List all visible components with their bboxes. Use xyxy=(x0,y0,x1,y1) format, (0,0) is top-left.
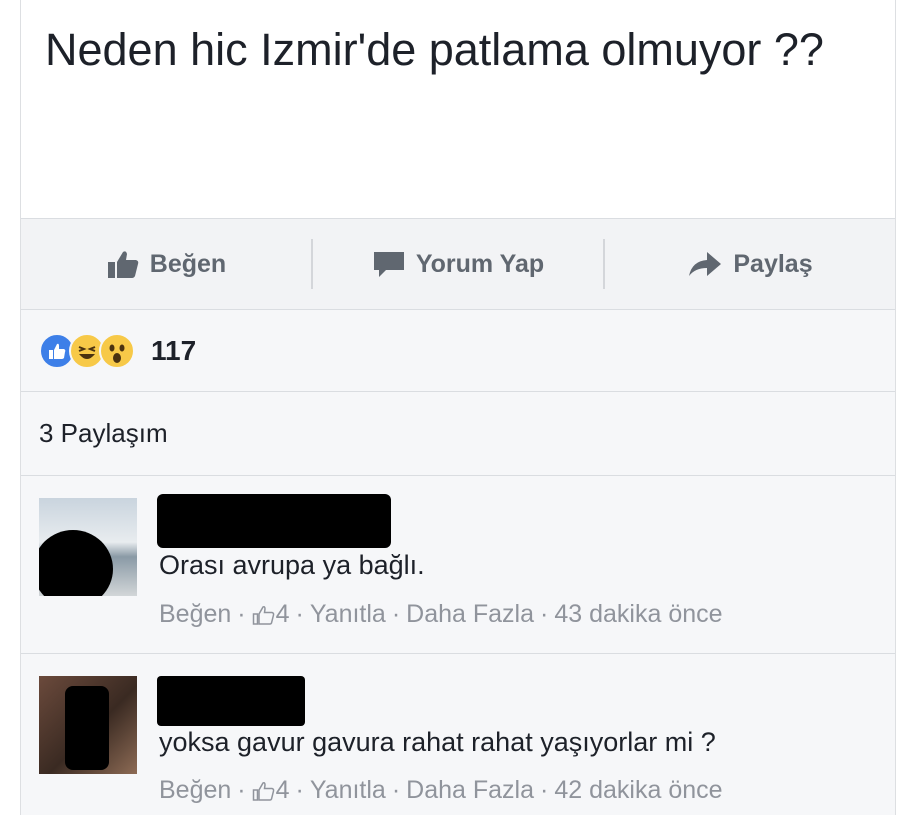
author-name-redaction xyxy=(157,494,391,548)
separator: · xyxy=(295,600,304,628)
reply-link[interactable]: Yanıtla xyxy=(310,776,386,805)
comment-text: yoksa gavur gavura rahat rahat yaşıyorla… xyxy=(159,727,716,757)
comment-like-count: 4 xyxy=(275,776,290,804)
share-button-label: Paylaş xyxy=(733,249,813,278)
share-arrow-icon xyxy=(689,252,722,276)
separator: · xyxy=(295,776,304,804)
avatar[interactable] xyxy=(39,498,137,596)
thumbs-up-icon xyxy=(107,251,139,278)
comment-meta: Beğen · 4 · Yanıtla · Daha Fazla · 43 da… xyxy=(159,600,723,629)
action-bar: Beğen Yorum Yap Paylaş xyxy=(21,218,895,310)
separator: · xyxy=(237,600,246,628)
reactions-summary[interactable]: 117 xyxy=(21,310,895,392)
comment-icon xyxy=(373,252,404,277)
more-link[interactable]: Daha Fazla xyxy=(406,600,534,629)
post-card: Neden hic Izmir'de patlama olmuyor ?? Be… xyxy=(20,0,896,815)
comment-button[interactable]: Yorum Yap xyxy=(313,219,603,309)
comment-meta: Beğen · 4 · Yanıtla · Daha Fazla · 42 da… xyxy=(159,776,723,805)
comment-like-link[interactable]: Beğen xyxy=(159,600,231,629)
author-name-redaction xyxy=(157,676,305,726)
avatar-redaction xyxy=(65,686,109,770)
avatar-redaction xyxy=(39,530,113,596)
reply-link[interactable]: Yanıtla xyxy=(310,600,386,629)
separator: · xyxy=(237,776,246,804)
comment-button-label: Yorum Yap xyxy=(415,249,545,278)
reaction-count: 117 xyxy=(151,334,197,366)
comment-timestamp[interactable]: 43 dakika önce xyxy=(554,600,722,629)
post-text: Neden hic Izmir'de patlama olmuyor ?? xyxy=(45,24,824,75)
separator: · xyxy=(540,776,549,804)
like-button-label: Beğen xyxy=(149,249,227,278)
thumbs-up-outline-icon xyxy=(252,605,274,625)
thumbs-up-outline-icon xyxy=(252,781,274,801)
comment-text: Orası avrupa ya bağlı. xyxy=(159,550,425,580)
like-button[interactable]: Beğen xyxy=(21,219,311,309)
comment-timestamp[interactable]: 42 dakika önce xyxy=(554,776,722,805)
avatar[interactable] xyxy=(39,676,137,774)
comment-like-count: 4 xyxy=(275,600,290,628)
comment-item: yoksa gavur gavura rahat rahat yaşıyorla… xyxy=(21,654,895,815)
share-button[interactable]: Paylaş xyxy=(605,219,895,309)
separator: · xyxy=(391,600,401,628)
shares-label: 3 Paylaşım xyxy=(39,418,168,448)
separator: · xyxy=(540,600,549,628)
more-link[interactable]: Daha Fazla xyxy=(406,776,534,805)
wow-icon xyxy=(99,332,135,369)
shares-count[interactable]: 3 Paylaşım xyxy=(21,392,895,476)
comment-like-link[interactable]: Beğen xyxy=(159,776,231,805)
separator: · xyxy=(391,776,401,804)
comment-item: Orası avrupa ya bağlı. Beğen · 4 · Yanıt… xyxy=(21,476,895,654)
